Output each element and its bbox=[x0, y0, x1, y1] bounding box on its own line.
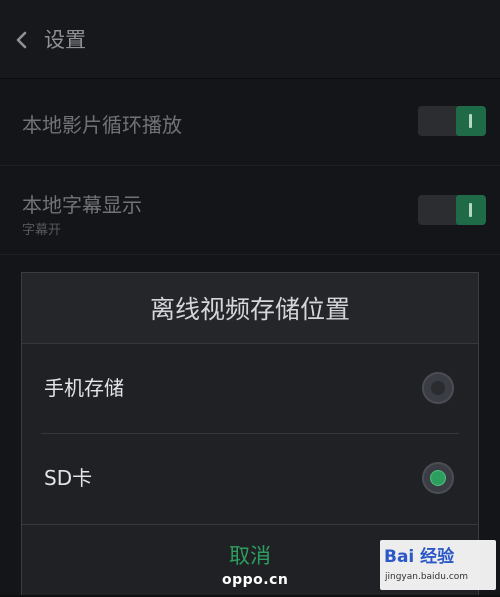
setting-title: 本地字幕显示 bbox=[22, 193, 142, 217]
option-phone-storage[interactable]: 手机存储 bbox=[22, 344, 478, 433]
back-button[interactable]: 设置 bbox=[10, 22, 100, 58]
dialog-title: 离线视频存储位置 bbox=[22, 273, 478, 344]
toggle-knob bbox=[456, 106, 486, 136]
app-screen: 设置 本地影片循环播放 本地字幕显示 字幕开 离线视频存储位置 手机存储 SD卡 bbox=[0, 0, 500, 595]
option-sd-card[interactable]: SD卡 bbox=[22, 434, 478, 523]
setting-row-loop-playback[interactable]: 本地影片循环播放 bbox=[0, 79, 500, 166]
option-label: 手机存储 bbox=[44, 376, 124, 400]
radio-dot bbox=[431, 381, 445, 395]
setting-row-subtitle-display[interactable]: 本地字幕显示 字幕开 bbox=[0, 166, 500, 255]
loop-playback-toggle[interactable] bbox=[418, 106, 486, 136]
page-title: 设置 bbox=[44, 28, 86, 52]
option-label: SD卡 bbox=[44, 466, 93, 490]
chevron-left-icon bbox=[10, 22, 34, 58]
oppo-watermark: oppo.cn bbox=[222, 572, 289, 588]
phone-storage-radio[interactable] bbox=[422, 372, 454, 404]
toggle-knob bbox=[456, 195, 486, 225]
top-bar: 设置 bbox=[0, 0, 500, 79]
baidu-url: jingyan.baidu.com bbox=[385, 572, 469, 582]
setting-subtitle: 字幕开 bbox=[22, 223, 62, 238]
subtitle-display-toggle[interactable] bbox=[418, 195, 486, 225]
baidu-brand: Bai 经验 bbox=[384, 547, 455, 567]
setting-title: 本地影片循环播放 bbox=[22, 113, 182, 137]
radio-dot bbox=[431, 471, 445, 485]
baidu-jingyan-watermark: Bai 经验 jingyan.baidu.com bbox=[380, 540, 496, 590]
sd-card-radio[interactable] bbox=[422, 462, 454, 494]
